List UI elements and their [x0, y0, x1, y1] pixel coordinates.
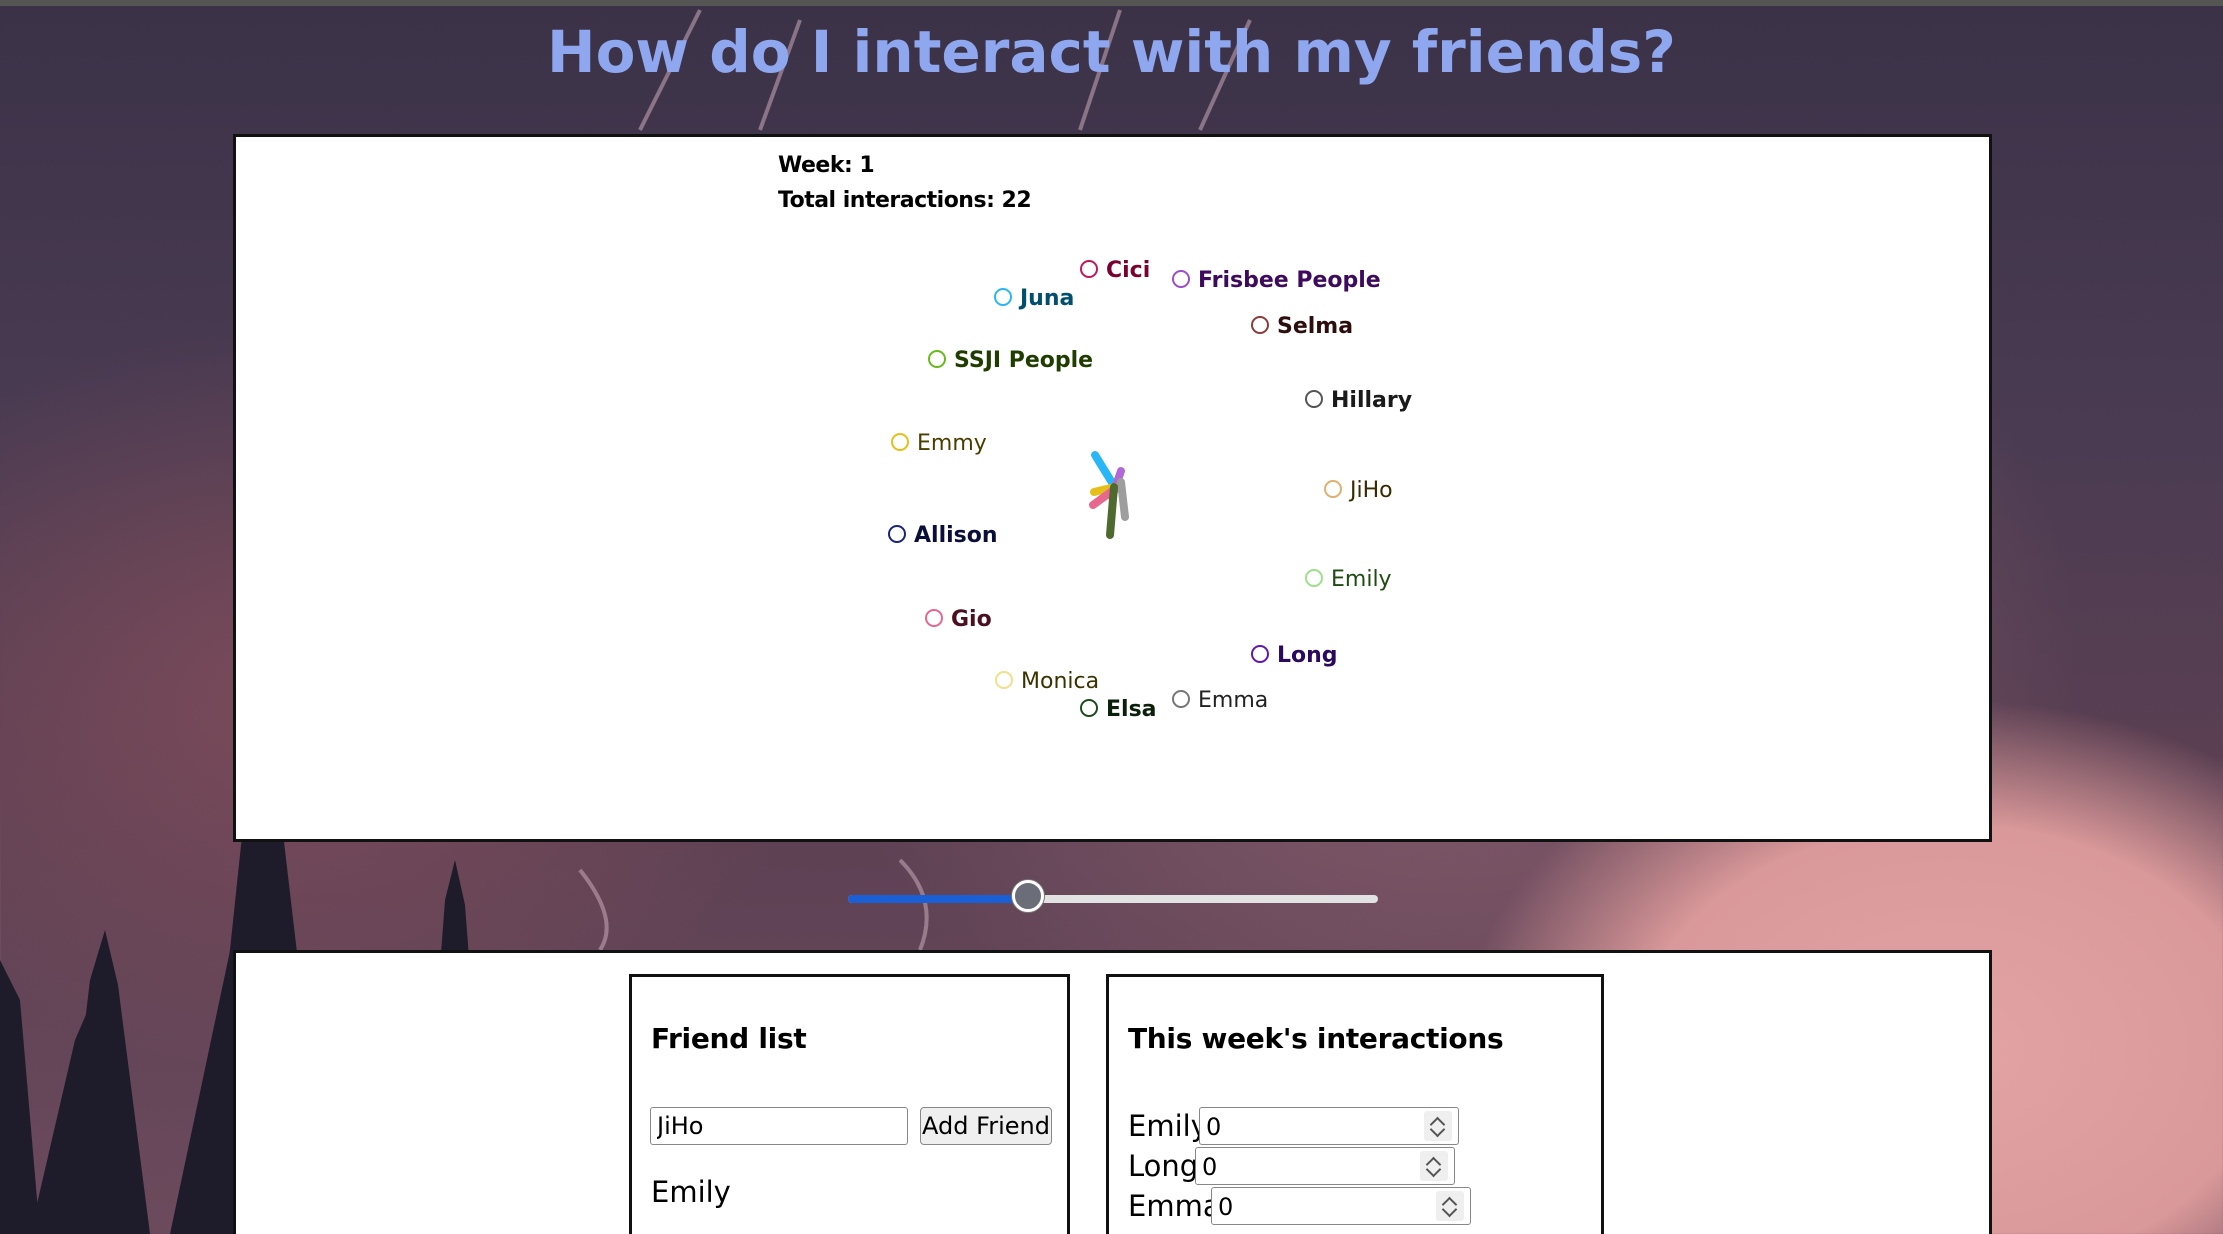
interaction-friend-name: Emily [1128, 1109, 1208, 1143]
friend-node: Hillary [1305, 388, 1412, 413]
friend-node: SSJI People [928, 348, 1093, 373]
node-graph: Cici Frisbee People Juna Selma SSJI People Hi… [888, 258, 1412, 722]
friend-node: JiHo [1324, 478, 1393, 503]
friend-node-label: Allison [914, 523, 998, 548]
interactions-heading: This week's interactions [1128, 1022, 1504, 1055]
friend-node-label: SSJI People [954, 348, 1093, 373]
friend-list-item: Emily [651, 1175, 731, 1209]
slider-thumb[interactable] [1012, 880, 1045, 912]
friend-node: Frisbee People [1172, 268, 1381, 293]
spinner-icon[interactable] [1420, 1151, 1448, 1181]
friend-node: Allison [888, 523, 998, 548]
friend-node: Juna [994, 286, 1074, 311]
friend-node-label: Cici [1106, 258, 1150, 283]
friend-node-circle [995, 671, 1013, 689]
interaction-line [1117, 478, 1129, 521]
friend-node-circle [1080, 260, 1098, 278]
friend-node-circle [1172, 690, 1190, 708]
interaction-friend-name: Emma [1128, 1189, 1221, 1223]
friend-node-label: Frisbee People [1198, 268, 1381, 293]
interaction-count-value: 0 [1218, 1193, 1234, 1221]
interactions-card: This week's interactions Emily 0 Long 0 … [1106, 974, 1604, 1234]
friend-node-circle [994, 288, 1012, 306]
controls-panel: Friend list Add Friend Emily This week's… [233, 950, 1992, 1234]
friend-node-label: Emmy [917, 431, 987, 456]
friend-node: Elsa [1080, 697, 1157, 722]
friend-list-card: Friend list Add Friend Emily [629, 974, 1070, 1234]
friend-node-circle [1305, 390, 1323, 408]
network-visualization: Week: 1 Total interactions: 22 Cici Frisb… [233, 134, 1992, 842]
friend-node-circle [928, 350, 946, 368]
friend-node-circle [925, 609, 943, 627]
spinner-icon[interactable] [1436, 1191, 1464, 1221]
friend-node-label: Gio [951, 607, 992, 632]
spinner-icon[interactable] [1424, 1111, 1452, 1141]
friend-node-circle [1305, 569, 1323, 587]
friend-node-label: JiHo [1348, 478, 1393, 503]
friend-node: Emma [1172, 688, 1268, 713]
friend-node-circle [1172, 270, 1190, 288]
friend-node-circle [1080, 699, 1098, 717]
add-friend-button[interactable]: Add Friend [920, 1107, 1052, 1145]
friend-node: Gio [925, 607, 992, 632]
page-title: How do I interact with my friends? [547, 18, 1676, 86]
friend-node-label: Emily [1331, 567, 1392, 592]
slider-fill [848, 895, 1029, 903]
friend-name-input[interactable] [650, 1107, 908, 1145]
friend-node: Monica [995, 669, 1099, 694]
friend-node-circle [888, 525, 906, 543]
interaction-count-value: 0 [1202, 1153, 1218, 1181]
interaction-count-input[interactable]: 0 [1211, 1187, 1471, 1225]
friend-list-heading: Friend list [651, 1022, 807, 1055]
friend-node-label: Hillary [1331, 388, 1412, 413]
friend-node-label: Long [1277, 643, 1338, 668]
interaction-count-value: 0 [1206, 1113, 1222, 1141]
friend-node-label: Monica [1021, 669, 1099, 694]
interaction-line [1106, 483, 1118, 539]
friend-node: Selma [1251, 314, 1353, 339]
friend-node-circle [1324, 480, 1342, 498]
friend-node-circle [1251, 645, 1269, 663]
interaction-count-input[interactable]: 0 [1199, 1107, 1459, 1145]
friend-node-circle [1251, 316, 1269, 334]
friend-node-circle [891, 433, 909, 451]
friend-node-label: Elsa [1106, 697, 1157, 722]
friend-node-label: Selma [1277, 314, 1353, 339]
friend-node: Cici [1080, 258, 1150, 283]
week-slider[interactable] [848, 880, 1378, 916]
friend-node: Long [1251, 643, 1338, 668]
friend-node-label: Emma [1198, 688, 1268, 713]
interaction-friend-name: Long [1128, 1149, 1199, 1183]
interaction-count-input[interactable]: 0 [1195, 1147, 1455, 1185]
friend-node-label: Juna [1018, 286, 1074, 311]
friend-node: Emmy [891, 431, 987, 456]
friend-node: Emily [1305, 567, 1392, 592]
